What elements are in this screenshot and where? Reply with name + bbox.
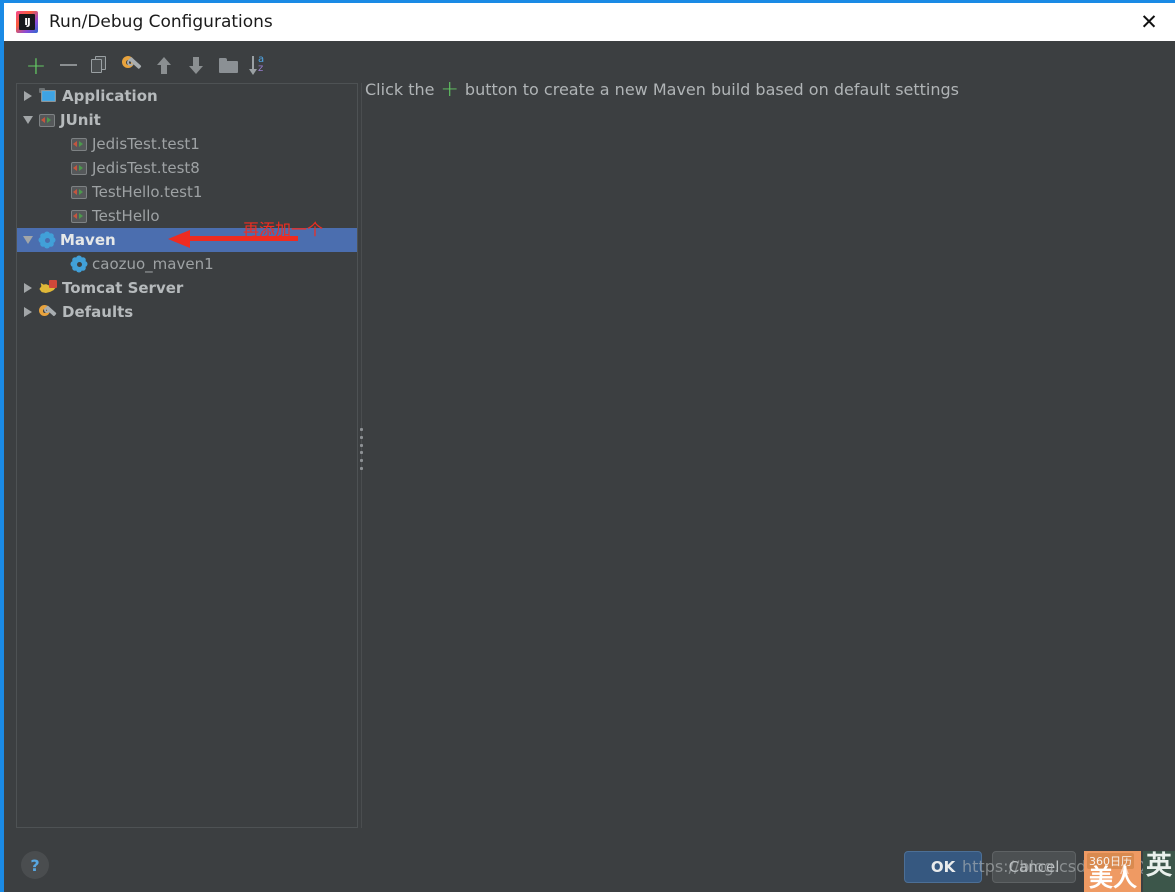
configurations-toolbar: + a z [7, 48, 1175, 82]
sort-button[interactable]: a z [244, 50, 276, 80]
annotation-text: 再添加一个 [243, 220, 324, 239]
window-title: Run/Debug Configurations [49, 12, 273, 32]
close-icon[interactable]: ✕ [1123, 3, 1175, 41]
junit-icon [71, 137, 87, 151]
chevron-down-icon[interactable] [17, 108, 39, 132]
run-debug-configurations-dialog: IJ Run/Debug Configurations ✕ + a z Appl… [0, 0, 1175, 892]
tree-item-testhello-test1[interactable]: TestHello.test1 [17, 180, 357, 204]
arrow-down-icon [189, 56, 203, 74]
chevron-right-icon[interactable] [17, 276, 39, 300]
tree-twisty-placeholder [49, 156, 71, 180]
junit-icon [71, 161, 87, 175]
chevron-down-icon[interactable] [17, 228, 39, 252]
tree-item-label: Defaults [62, 303, 134, 321]
help-button[interactable]: ? [21, 851, 49, 879]
tree-item-application[interactable]: Application [17, 84, 357, 108]
application-icon [39, 88, 57, 104]
tree-item-label: JUnit [60, 111, 101, 129]
tree-item-label: TestHello.test1 [92, 183, 203, 201]
tree-item-jedistest-test8[interactable]: JedisTest.test8 [17, 156, 357, 180]
copy-icon [91, 56, 109, 74]
tomcat-cat-icon [39, 280, 57, 296]
configurations-tree[interactable]: Application JUnit JedisTest.test1 JedisTest… [16, 83, 358, 828]
tree-twisty-placeholder [49, 180, 71, 204]
tree-item-label: caozuo_maven1 [92, 255, 214, 273]
junit-icon [71, 209, 87, 223]
intellij-idea-icon: IJ [16, 11, 38, 33]
window-left-border-inner [4, 40, 7, 892]
detail-pane: Click the + button to create a new Maven… [365, 78, 1165, 178]
tree-twisty-placeholder [49, 204, 71, 228]
calendar-big-label: 美人 [1089, 864, 1137, 892]
copy-button[interactable] [84, 50, 116, 80]
tree-item-label: Maven [60, 231, 116, 249]
tree-item-label: Application [62, 87, 158, 105]
tree-item-label: TestHello [92, 207, 160, 225]
calendar-green-label: 英 [1146, 851, 1173, 881]
edit-templates-button[interactable] [116, 50, 148, 80]
chevron-right-icon[interactable] [17, 84, 39, 108]
tree-item-label: JedisTest.test1 [92, 135, 200, 153]
tree-item-label: Tomcat Server [62, 279, 184, 297]
calendar-letters-label: A [1120, 863, 1129, 878]
panel-splitter[interactable] [358, 83, 365, 828]
junit-icon [71, 185, 87, 199]
hint-text-after: button to create a new Maven build based… [464, 79, 959, 99]
maven-gear-icon [39, 232, 55, 248]
empty-state-hint: Click the + button to create a new Maven… [365, 77, 1165, 102]
plus-icon: + [25, 50, 47, 80]
title-bar: IJ Run/Debug Configurations ✕ [4, 3, 1175, 41]
minus-icon [59, 64, 77, 66]
plus-icon-inline: + [440, 77, 459, 102]
cancel-button[interactable]: Cancel [992, 851, 1076, 883]
remove-button[interactable] [52, 50, 84, 80]
sort-alpha-icon: a z [249, 54, 271, 75]
tree-item-label: JedisTest.test8 [92, 159, 200, 177]
splitter-grip-handle[interactable] [359, 428, 364, 470]
add-button[interactable]: + [20, 50, 52, 80]
calendar-widget-overlay: 360日历 美人 英 A [1084, 851, 1175, 892]
tree-item-tomcat-server[interactable]: Tomcat Server [17, 276, 357, 300]
hint-text-before: Click the [365, 79, 435, 99]
sort-letter-bottom: z [258, 62, 264, 74]
tree-twisty-placeholder [49, 132, 71, 156]
ok-button[interactable]: OK [904, 851, 982, 883]
maven-gear-icon [71, 256, 87, 272]
tree-item-defaults[interactable]: Defaults [17, 300, 357, 324]
gear-wrench-icon [39, 304, 57, 320]
gear-wrench-icon [122, 56, 142, 74]
folder-button[interactable] [212, 50, 244, 80]
chevron-right-icon[interactable] [17, 300, 39, 324]
tree-twisty-placeholder [49, 252, 71, 276]
tree-item-jedistest-test1[interactable]: JedisTest.test1 [17, 132, 357, 156]
tree-item-caozuo-maven1[interactable]: caozuo_maven1 [17, 252, 357, 276]
arrow-up-icon [157, 56, 171, 74]
tree-item-junit[interactable]: JUnit [17, 108, 357, 132]
folder-icon [218, 57, 238, 73]
move-up-button[interactable] [148, 50, 180, 80]
junit-icon [39, 113, 55, 127]
move-down-button[interactable] [180, 50, 212, 80]
